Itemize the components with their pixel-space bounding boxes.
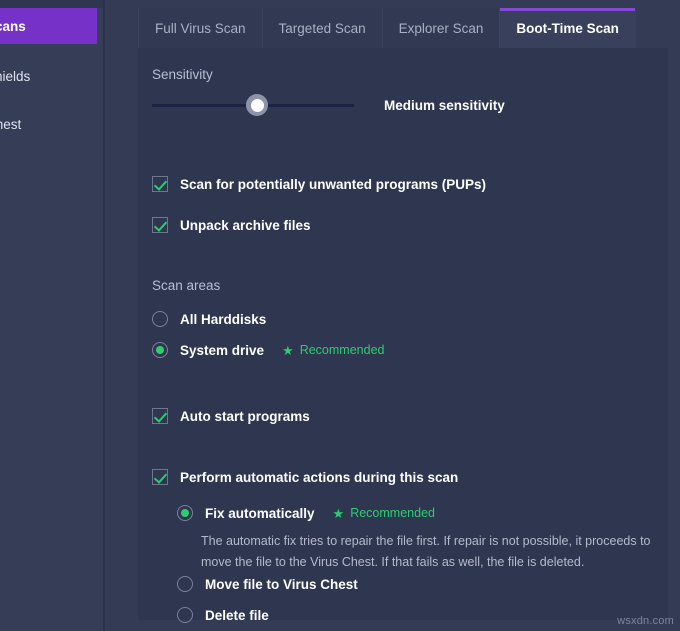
- star-icon: ★: [282, 344, 294, 357]
- fix-automatically-recommended-badge: ★ Recommended: [333, 506, 435, 520]
- fix-automatically-description: The automatic fix tries to repair the fi…: [201, 531, 661, 572]
- radio-row-fix-automatically[interactable]: Fix automatically ★ Recommended: [177, 505, 435, 521]
- radio-row-all-harddisks[interactable]: All Harddisks: [152, 311, 266, 327]
- tab-boot-time-scan-label: Boot-Time Scan: [516, 21, 619, 36]
- checkbox-row-scan-pups[interactable]: Scan for potentially unwanted programs (…: [152, 176, 486, 192]
- system-drive-label: System drive: [180, 343, 264, 358]
- tab-full-virus-scan[interactable]: Full Virus Scan: [138, 8, 263, 48]
- perform-automatic-actions-checkbox[interactable]: [152, 469, 168, 485]
- checkbox-row-perform-automatic-actions[interactable]: Perform automatic actions during this sc…: [152, 469, 458, 485]
- radio-row-delete-file[interactable]: Delete file: [177, 607, 269, 623]
- unpack-archives-label: Unpack archive files: [180, 218, 311, 233]
- fix-automatically-radio[interactable]: [177, 505, 193, 521]
- sensitivity-slider-thumb[interactable]: [246, 94, 268, 116]
- perform-automatic-actions-label: Perform automatic actions during this sc…: [180, 470, 458, 485]
- checkbox-row-unpack-archives[interactable]: Unpack archive files: [152, 217, 311, 233]
- fix-automatically-recommended-label: Recommended: [350, 506, 435, 520]
- auto-start-programs-label: Auto start programs: [180, 409, 310, 424]
- unpack-archives-checkbox[interactable]: [152, 217, 168, 233]
- scan-pups-label: Scan for potentially unwanted programs (…: [180, 177, 486, 192]
- tab-bar-filler: [636, 8, 680, 48]
- sidebar-item-shields-label: Shields: [0, 69, 30, 84]
- star-icon: ★: [333, 507, 345, 520]
- move-to-virus-chest-label: Move file to Virus Chest: [205, 577, 358, 592]
- tab-bar: Full Virus Scan Targeted Scan Explorer S…: [138, 8, 680, 48]
- app-window: Scans Shields Chest Full Virus Scan Targ…: [0, 0, 680, 631]
- sensitivity-slider[interactable]: [152, 104, 354, 107]
- system-drive-recommended-badge: ★ Recommended: [282, 343, 384, 357]
- all-harddisks-radio[interactable]: [152, 311, 168, 327]
- radio-row-move-to-virus-chest[interactable]: Move file to Virus Chest: [177, 576, 358, 592]
- all-harddisks-label: All Harddisks: [180, 312, 266, 327]
- tab-explorer-scan-label: Explorer Scan: [399, 21, 484, 36]
- sensitivity-label: Sensitivity: [152, 67, 213, 82]
- delete-file-radio[interactable]: [177, 607, 193, 623]
- scan-settings-panel: Sensitivity Medium sensitivity Scan for …: [138, 48, 668, 620]
- tab-targeted-scan[interactable]: Targeted Scan: [263, 8, 383, 48]
- scan-areas-heading: Scan areas: [152, 278, 220, 293]
- sidebar-top-strip: [0, 0, 104, 8]
- sensitivity-slider-row: Medium sensitivity: [152, 92, 652, 118]
- tab-explorer-scan[interactable]: Explorer Scan: [383, 8, 501, 48]
- watermark: wsxdn.com: [617, 615, 674, 627]
- radio-row-system-drive[interactable]: System drive ★ Recommended: [152, 342, 384, 358]
- tab-boot-time-scan[interactable]: Boot-Time Scan: [500, 8, 636, 48]
- delete-file-label: Delete file: [205, 608, 269, 623]
- main-region: Full Virus Scan Targeted Scan Explorer S…: [106, 0, 680, 631]
- system-drive-recommended-label: Recommended: [300, 343, 385, 357]
- fix-automatically-label: Fix automatically: [205, 506, 315, 521]
- sidebar-item-chest[interactable]: Chest: [0, 106, 97, 142]
- tab-targeted-scan-label: Targeted Scan: [279, 21, 366, 36]
- auto-start-programs-checkbox[interactable]: [152, 408, 168, 424]
- scan-pups-checkbox[interactable]: [152, 176, 168, 192]
- sidebar-divider: [103, 0, 105, 631]
- system-drive-radio[interactable]: [152, 342, 168, 358]
- sidebar-item-shields[interactable]: Shields: [0, 58, 97, 94]
- checkbox-row-auto-start-programs[interactable]: Auto start programs: [152, 408, 310, 424]
- sidebar-item-scans-label: Scans: [0, 19, 26, 34]
- sidebar: Scans Shields Chest: [0, 0, 104, 631]
- tab-full-virus-scan-label: Full Virus Scan: [155, 21, 246, 36]
- sidebar-item-scans[interactable]: Scans: [0, 8, 97, 44]
- sensitivity-value-label: Medium sensitivity: [384, 98, 505, 113]
- sidebar-item-chest-label: Chest: [0, 117, 21, 132]
- move-to-virus-chest-radio[interactable]: [177, 576, 193, 592]
